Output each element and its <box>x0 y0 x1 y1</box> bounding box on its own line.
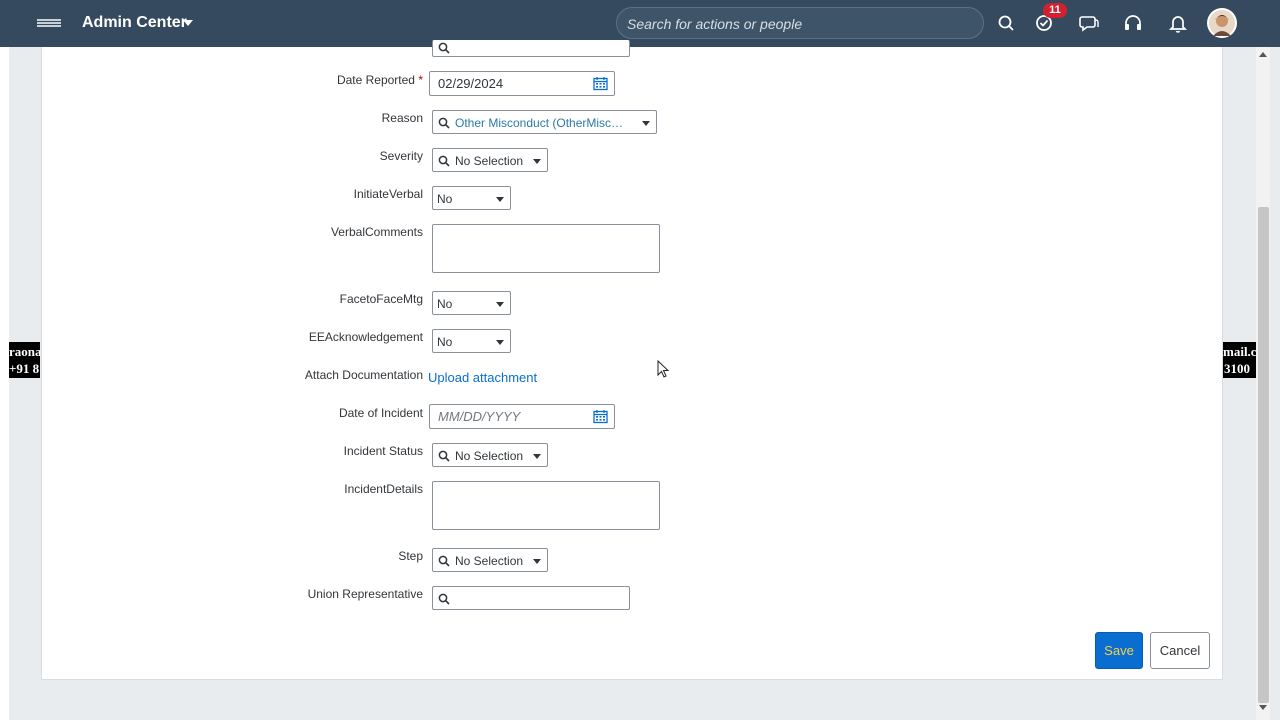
scroll-up-arrow-icon[interactable] <box>1259 52 1267 57</box>
union-rep-lookup[interactable] <box>432 586 630 610</box>
search-icon <box>438 42 450 54</box>
search-icon <box>438 117 450 129</box>
incident-details-textarea[interactable] <box>432 481 660 530</box>
user-avatar[interactable] <box>1207 8 1237 38</box>
mouse-cursor-icon <box>657 360 670 378</box>
verbal-comments-label: VerbalComments <box>330 225 423 239</box>
incident-status-label: Incident Status <box>343 444 423 458</box>
step-label: Step <box>398 549 423 563</box>
face-to-face-select[interactable]: No <box>432 291 511 315</box>
initiate-verbal-select[interactable]: No <box>432 186 511 210</box>
chevron-down-icon[interactable] <box>533 454 541 459</box>
severity-select[interactable]: No Selection <box>432 148 548 172</box>
global-search[interactable] <box>616 7 984 39</box>
chevron-down-icon[interactable] <box>496 340 504 345</box>
reason-value: Other Misconduct (OtherMisconduct) <box>455 116 627 130</box>
chevron-down-icon[interactable] <box>642 121 650 126</box>
date-reported-field[interactable]: 02/29/2024 <box>429 71 615 96</box>
date-of-incident-field[interactable]: MM/DD/YYYY <box>429 404 615 429</box>
ee-ack-select[interactable]: No <box>432 329 511 353</box>
calendar-icon[interactable] <box>593 76 608 91</box>
app-title[interactable]: Admin Center <box>82 14 187 32</box>
date-reported-label: Date Reported * <box>336 73 423 87</box>
page-margin <box>0 47 9 720</box>
ee-ack-label: EEAcknowledgement <box>308 330 423 344</box>
shell-header: Admin Center 11 <box>0 0 1280 47</box>
scroll-down-arrow-icon[interactable] <box>1259 705 1267 710</box>
overlay-snippet-right: mail.c 3100 <box>1223 342 1256 378</box>
chevron-down-icon[interactable] <box>496 197 504 202</box>
save-button[interactable]: Save <box>1095 632 1143 669</box>
calendar-icon[interactable] <box>593 409 608 424</box>
verbal-comments-textarea[interactable] <box>432 224 660 273</box>
attach-doc-label: Attach Documentation <box>304 368 423 382</box>
chevron-down-icon[interactable] <box>533 559 541 564</box>
form-card <box>41 47 1223 680</box>
chevron-down-icon[interactable] <box>496 302 504 307</box>
union-rep-label: Union Representative <box>307 587 423 601</box>
initiate-verbal-label: InitiateVerbal <box>353 187 423 201</box>
incident-status-select[interactable]: No Selection <box>432 443 548 467</box>
search-icon <box>438 155 450 167</box>
bell-icon[interactable] <box>1166 11 1192 37</box>
date-of-incident-label: Date of Incident <box>338 406 423 420</box>
chat-icon[interactable] <box>1077 11 1103 37</box>
chevron-down-icon[interactable] <box>533 159 541 164</box>
search-input[interactable] <box>625 14 969 34</box>
search-icon <box>438 555 450 567</box>
previous-field-lookup[interactable] <box>432 40 630 57</box>
scrollbar-thumb[interactable] <box>1258 207 1269 703</box>
search-icon[interactable] <box>994 11 1020 37</box>
cancel-button[interactable]: Cancel <box>1150 632 1210 669</box>
reason-select[interactable]: Other Misconduct (OtherMisconduct) <box>432 110 657 134</box>
headset-icon[interactable] <box>1121 11 1147 37</box>
chevron-down-icon[interactable] <box>183 20 193 26</box>
company-logo[interactable] <box>37 19 61 28</box>
severity-label: Severity <box>379 149 423 163</box>
overlay-snippet-left: raona +91 8 <box>9 342 40 378</box>
reason-label: Reason <box>381 111 423 125</box>
step-select[interactable]: No Selection <box>432 548 548 572</box>
upload-attachment-link[interactable]: Upload attachment <box>428 370 537 385</box>
search-icon <box>438 450 450 462</box>
face-to-face-label: FacetoFaceMtg <box>339 292 423 306</box>
incident-details-label: IncidentDetails <box>344 482 423 496</box>
todo-count-badge: 11 <box>1043 3 1067 18</box>
search-icon <box>438 593 450 605</box>
